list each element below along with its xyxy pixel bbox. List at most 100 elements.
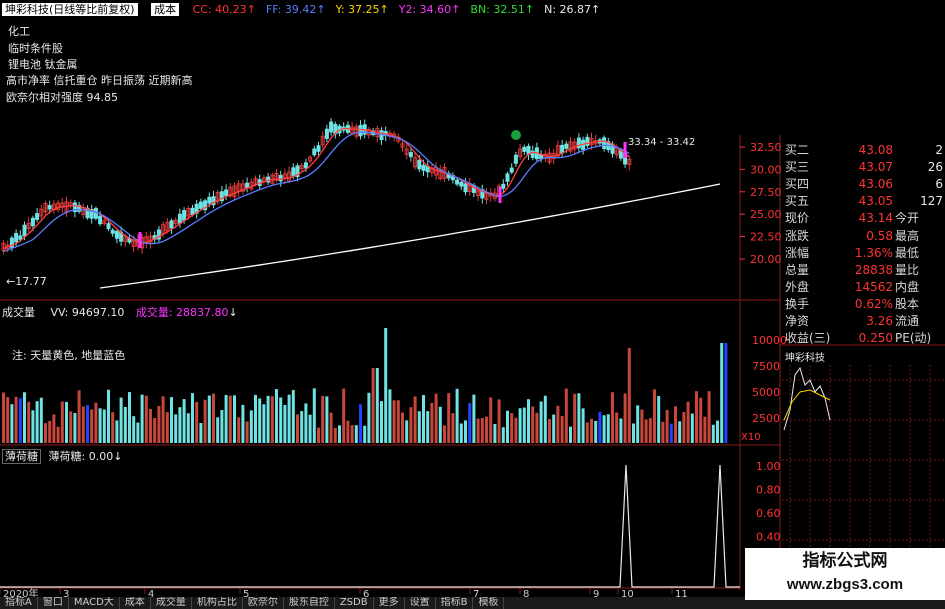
candle xyxy=(316,145,321,152)
candle xyxy=(505,173,510,182)
volume-bar xyxy=(346,420,350,443)
volume-bar xyxy=(623,393,627,443)
volume-title[interactable]: 成交量 xyxy=(2,306,35,319)
candle xyxy=(30,217,35,227)
volume-bar xyxy=(644,419,648,443)
volume-bar xyxy=(149,408,152,443)
quote-row: 净资 3.26 流通 xyxy=(783,313,945,330)
volume-tick: 5000 xyxy=(752,386,780,399)
tab-10[interactable]: 设置 xyxy=(405,597,436,609)
volume-bar xyxy=(304,403,308,443)
tab-3[interactable]: 成本 xyxy=(120,597,151,609)
volume-bar xyxy=(39,397,43,443)
volume-bar xyxy=(249,410,253,443)
volume-bar xyxy=(367,392,371,443)
quote-key: 涨幅 xyxy=(785,245,810,260)
volume-bar xyxy=(543,395,547,443)
low-price-label: ←17.77 xyxy=(6,275,47,288)
volume-bar xyxy=(52,414,56,443)
volume-bar xyxy=(585,422,589,443)
volume-bar xyxy=(77,390,81,443)
quote-row: 总量 28838 量比 xyxy=(783,262,945,279)
volume-bar xyxy=(90,409,94,443)
quote-key: 买四 xyxy=(785,177,810,192)
quote-key: 涨跌 xyxy=(785,228,810,243)
volume-bar xyxy=(325,396,329,443)
signal-marker-icon[interactable] xyxy=(511,130,521,140)
volume-bar xyxy=(136,422,140,443)
candle xyxy=(98,215,103,225)
volume-bar xyxy=(640,409,644,443)
tab-2[interactable]: MACD大 xyxy=(69,597,120,609)
volume-bar xyxy=(548,419,551,443)
volume-bar xyxy=(329,412,333,443)
tab-6[interactable]: 欧奈尔 xyxy=(243,597,284,609)
volume-bar xyxy=(375,368,379,443)
volume-bar xyxy=(6,397,10,443)
quote-value: 0.62% xyxy=(854,296,893,311)
tab-8[interactable]: ZSDB xyxy=(335,597,374,609)
volume-bar xyxy=(480,418,484,443)
indicator-name[interactable]: 薄荷糖 xyxy=(2,449,41,464)
volume-bar xyxy=(354,425,358,443)
quote-key: 外盘 xyxy=(785,279,810,294)
quote-key: 总量 xyxy=(785,262,810,277)
tab-11[interactable]: 指标B xyxy=(436,597,474,609)
volume-bar xyxy=(44,423,47,443)
volume-bar xyxy=(615,412,619,443)
tab-1[interactable]: 窗口 xyxy=(38,597,69,609)
volume-bar xyxy=(153,417,157,443)
volume-bar xyxy=(632,423,635,443)
volume-bar xyxy=(262,404,266,443)
tab-12[interactable]: 模板 xyxy=(473,597,505,609)
tab-4[interactable]: 成交量 xyxy=(151,597,192,609)
volume-tick: 7500 xyxy=(752,360,780,373)
candle xyxy=(177,213,182,224)
tab-9[interactable]: 更多 xyxy=(374,597,405,609)
volume-panel-header: 成交量 VV: 94697.10 成交量: 28837.80↓ xyxy=(2,306,238,319)
volume-bar xyxy=(144,395,148,443)
volume-bar xyxy=(514,417,518,443)
volume-bar xyxy=(468,403,472,443)
quote-value: 43.07 xyxy=(858,160,893,175)
volume-bar xyxy=(686,401,690,443)
tab-5[interactable]: 机构占比 xyxy=(192,597,243,609)
quote-key: 买五 xyxy=(785,194,810,209)
volume-bar xyxy=(674,406,677,443)
volume-bar xyxy=(510,413,514,443)
volume-bar xyxy=(333,427,337,443)
volume-bar xyxy=(266,395,270,443)
quote-value: 43.06 xyxy=(858,177,893,192)
volume-bar xyxy=(224,395,228,443)
volume-bar xyxy=(611,392,614,443)
volume-bar xyxy=(165,412,169,443)
tab-7[interactable]: 股东自控 xyxy=(284,597,335,609)
volume-bar xyxy=(417,411,421,443)
quote-key2: 最高 xyxy=(895,228,920,243)
volume-bar xyxy=(476,418,480,443)
volume-bar xyxy=(283,404,287,443)
volume-bar xyxy=(212,393,215,443)
volume-bar xyxy=(657,396,661,443)
candle xyxy=(312,148,317,156)
indicator-value: 薄荷糖: 0.00 xyxy=(48,450,114,463)
volume-bar xyxy=(443,425,446,443)
volume-bar xyxy=(619,418,623,443)
candle xyxy=(291,167,296,177)
candle xyxy=(278,174,283,182)
candle xyxy=(169,220,174,229)
tab-0[interactable]: 指标A xyxy=(0,597,38,609)
volume-bar xyxy=(291,390,295,443)
volume-bar xyxy=(531,406,535,443)
candle xyxy=(182,210,187,221)
volume-bar xyxy=(296,414,299,443)
indicator-tick: 0.40 xyxy=(756,531,781,544)
candle xyxy=(329,121,334,133)
volume-bar xyxy=(2,392,5,443)
volume-bar xyxy=(359,404,362,443)
volume-bar xyxy=(98,408,102,443)
watermark: 指标公式网 www.zbgs3.com xyxy=(745,548,945,600)
candle xyxy=(522,146,527,152)
volume-bar xyxy=(363,425,367,443)
volume-bar xyxy=(716,420,719,443)
